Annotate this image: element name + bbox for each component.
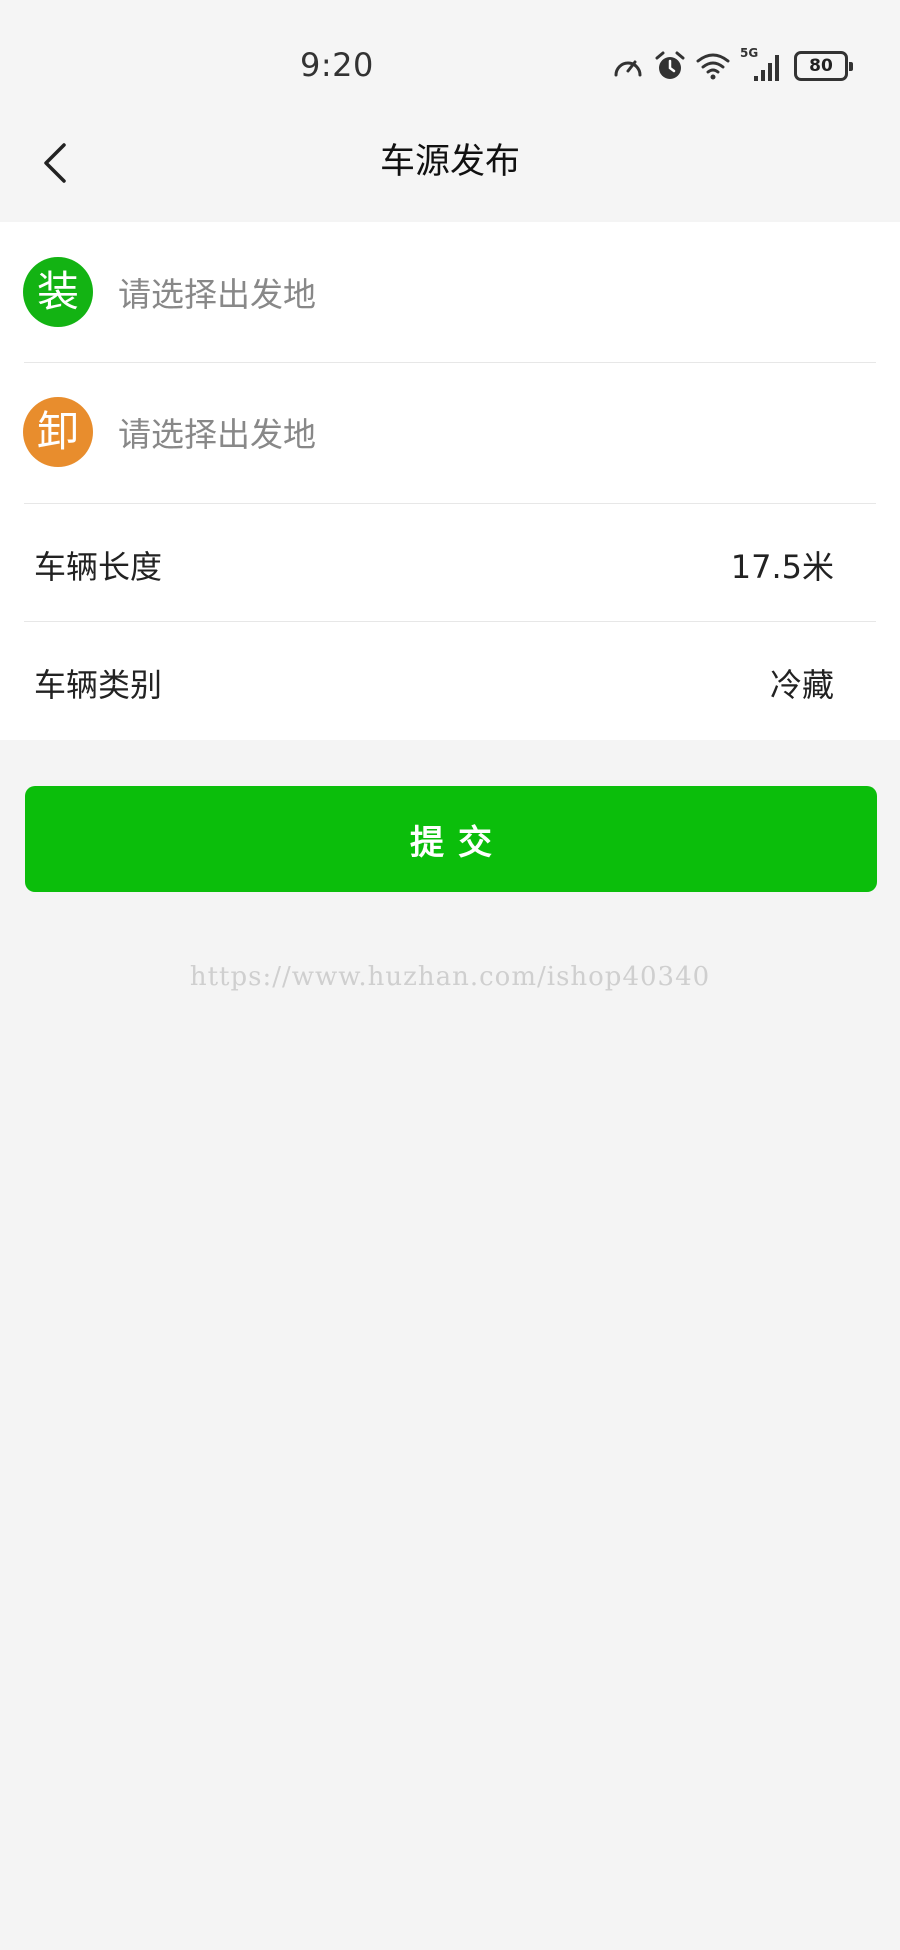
vehicle-length-label: 车辆长度 — [34, 548, 163, 586]
vehicle-type-row[interactable]: 车辆类别 冷藏 — [0, 622, 900, 740]
battery-level: 80 — [809, 56, 833, 76]
status-bar: 9:20 5G 80 — [0, 0, 900, 110]
speedometer-icon — [612, 51, 644, 81]
loading-badge: 装 — [23, 257, 93, 327]
form-card: 装 请选择出发地 卸 请选择出发地 车辆长度 17.5米 车辆类别 冷藏 — [0, 222, 900, 740]
status-icons: 5G 80 — [612, 46, 853, 84]
battery-icon: 80 — [794, 51, 853, 81]
wifi-icon — [696, 51, 730, 81]
vehicle-type-label: 车辆类别 — [34, 666, 163, 704]
vehicle-length-row[interactable]: 车辆长度 17.5米 — [0, 504, 900, 622]
nav-bar: 车源发布 — [0, 110, 900, 220]
loading-location-row[interactable]: 装 请选择出发地 — [0, 222, 900, 362]
vehicle-type-value: 冷藏 — [769, 666, 834, 704]
unloading-location-placeholder: 请选择出发地 — [118, 415, 316, 454]
loading-location-placeholder: 请选择出发地 — [118, 275, 316, 314]
vehicle-length-value: 17.5米 — [730, 548, 834, 586]
submit-button[interactable]: 提交 — [25, 786, 877, 892]
unloading-badge: 卸 — [23, 397, 93, 467]
page-title: 车源发布 — [379, 142, 520, 182]
alarm-icon — [654, 50, 686, 82]
watermark-url: https://www.huzhan.com/ishop40340 — [189, 962, 711, 992]
status-time: 9:20 — [300, 46, 374, 84]
unloading-location-row[interactable]: 卸 请选择出发地 — [0, 362, 900, 502]
signal-icon: 5G — [740, 46, 784, 82]
